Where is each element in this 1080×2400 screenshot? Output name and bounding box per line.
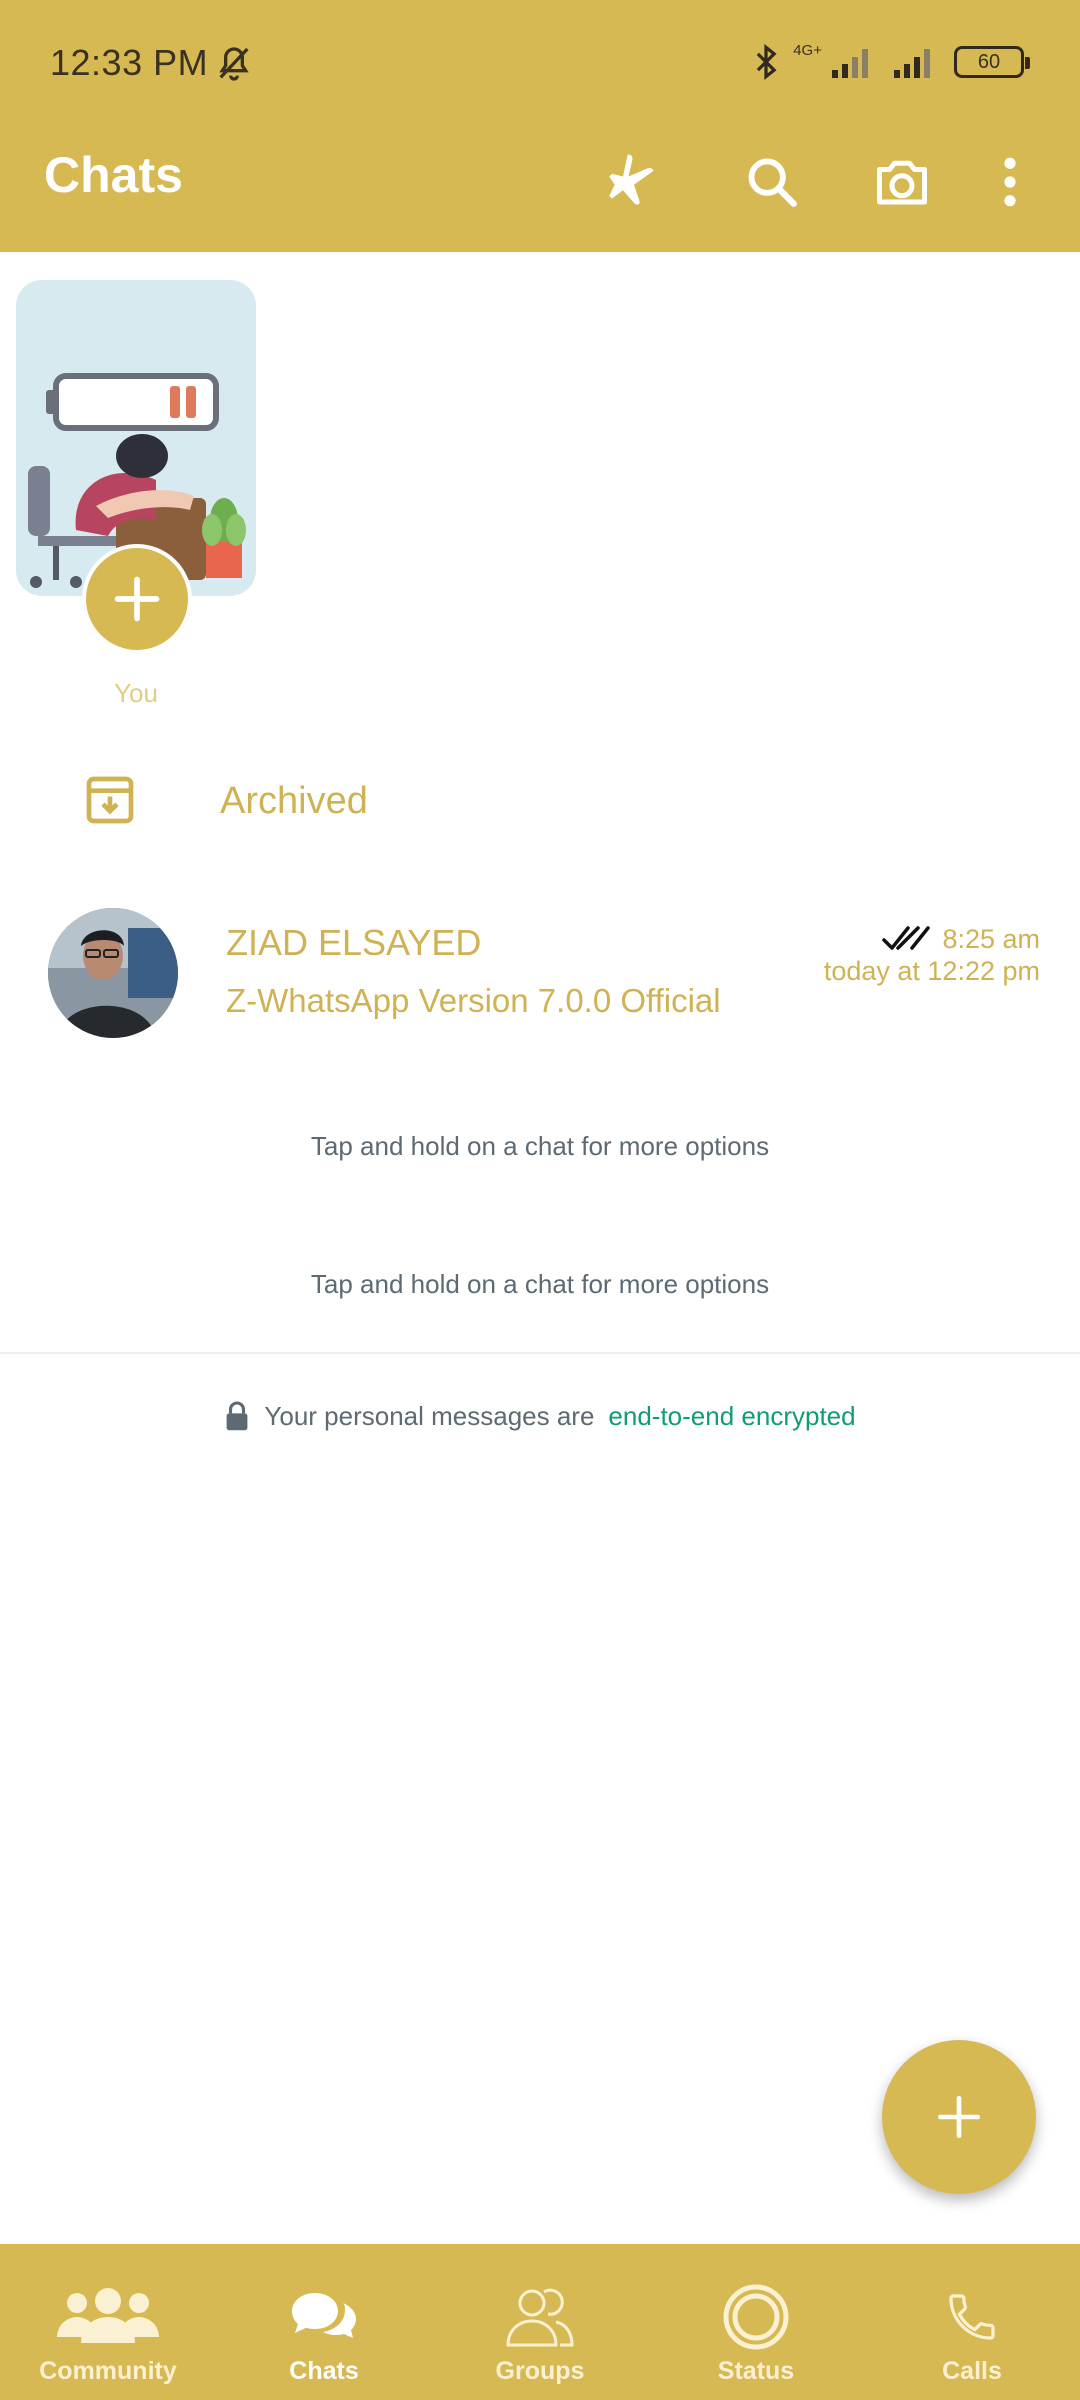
nav-label: Status [717,2357,795,2385]
nav-calls[interactable]: Calls [864,2244,1080,2400]
camera-icon[interactable] [862,142,942,222]
plus-icon [114,576,160,622]
status-icons: 4G+ 60 [753,40,1030,84]
archived-row[interactable]: Archived [0,742,1080,862]
status-bar: 12:33 PM 4G+ 60 [0,0,1080,132]
double-check-icon [882,926,930,950]
chats-icon [269,2281,379,2353]
encryption-notice: Your personal messages are end-to-end en… [0,1400,1080,1432]
bell-off-icon [219,47,249,81]
nav-label: Community [39,2357,177,2385]
hint-text: Tap and hold on a chat for more options [310,1131,770,1161]
nav-chats[interactable]: Chats [216,2244,432,2400]
encryption-link[interactable]: end-to-end encrypted [608,1401,855,1432]
nav-label: Chats [289,2357,359,2385]
nav-label: Groups [495,2357,585,2385]
groups-icon [485,2281,595,2353]
nav-community[interactable]: Community [0,2244,216,2400]
nav-status[interactable]: Status [648,2244,864,2400]
story-label: You [114,678,158,708]
archived-label: Archived [220,780,368,822]
lock-icon [227,1401,248,1431]
network-label: 4G+ [793,41,822,59]
add-status-button[interactable] [82,544,192,654]
chat-list-item[interactable]: ZIAD ELSAYED Z-WhatsApp Version 7.0.0 Of… [0,894,1080,1054]
divider [0,1352,1080,1354]
signal-icon [894,49,930,78]
battery-level: 60 [977,50,1001,73]
calls-icon [917,2281,1027,2353]
more-vert-icon[interactable] [980,142,1040,222]
status-icon [701,2281,811,2353]
status-time: 12:33 PM [50,42,209,83]
app-bar: Chats [0,132,1080,252]
search-icon[interactable] [732,142,812,222]
community-icon [53,2281,163,2353]
bottom-nav: Community Chats Groups Status Calls [0,2244,1080,2400]
chat-time: 8:25 am [942,924,1040,954]
plus-icon [937,2095,981,2139]
nav-label: Calls [942,2357,1002,2385]
chat-preview: Z-WhatsApp Version 7.0.0 Official [226,982,721,1019]
flight-mode-icon[interactable] [594,142,674,222]
chat-name: ZIAD ELSAYED [226,922,482,963]
bluetooth-icon [756,43,777,81]
avatar[interactable] [48,908,178,1038]
page-title: Chats [44,147,183,203]
chat-date: today at 12:22 pm [823,956,1040,986]
hint-text: Tap and hold on a chat for more options [310,1269,770,1299]
nav-groups[interactable]: Groups [432,2244,648,2400]
archive-icon [86,776,134,824]
encryption-text: Your personal messages are [264,1400,595,1431]
signal-icon [832,49,868,78]
battery-icon: 60 [954,46,1030,78]
new-chat-button[interactable] [882,2040,1036,2194]
